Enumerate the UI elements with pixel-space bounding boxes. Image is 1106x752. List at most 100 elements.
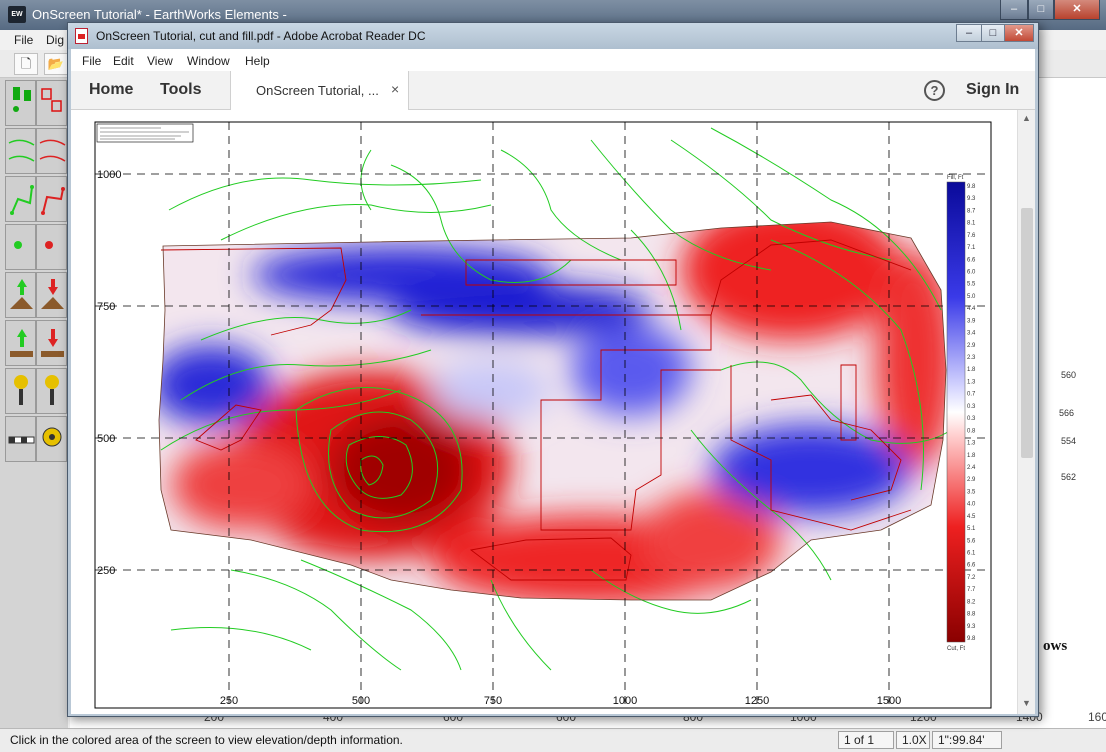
red-contours-tool-icon[interactable]	[36, 128, 67, 174]
scrollbar-thumb[interactable]	[1021, 208, 1033, 458]
legend-value-label: 9.3	[967, 196, 976, 202]
right-panel-text: ows	[1043, 638, 1068, 654]
lower-surface-tool-icon[interactable]	[36, 272, 67, 318]
legend-value-label: 7.2	[967, 575, 976, 581]
acrobat-menu-view[interactable]: View	[147, 54, 173, 68]
scroll-up-icon[interactable]: ▲	[1022, 113, 1031, 123]
legend-value-label: 0.8	[967, 428, 976, 434]
green-breakline-tool-icon[interactable]	[5, 176, 36, 222]
acrobat-menu-window[interactable]: Window	[187, 54, 230, 68]
lower-pad-tool-icon[interactable]	[36, 320, 67, 366]
legend-value-label: 8.8	[967, 612, 976, 618]
acrobat-minimize-button[interactable]: –	[956, 24, 982, 42]
x-tick-label: 1000	[613, 695, 637, 707]
earthworks-maximize-button[interactable]: □	[1028, 0, 1054, 20]
tab-tools[interactable]: Tools	[160, 81, 201, 99]
legend-value-label: 2.9	[967, 477, 976, 483]
legend-value-label: 6.1	[967, 550, 976, 556]
close-tab-icon[interactable]: ×	[391, 81, 399, 97]
cut-fill-map[interactable]: 250 500 750 1000 1250 1500 250 500 750 1000 Fill,…	[71, 110, 1017, 714]
raise-surface-tool-icon[interactable]	[5, 272, 36, 318]
acrobat-menu-help[interactable]: Help	[245, 54, 270, 68]
document-tab-label: OnScreen Tutorial, ...	[256, 83, 379, 98]
pdf-document-view[interactable]: 250 500 750 1000 1250 1500 250 500 750 1000 Fill,…	[71, 110, 1017, 714]
cut-fill-regions-tool-icon[interactable]	[5, 80, 36, 126]
axis-tick-label: 1600	[1088, 710, 1106, 724]
help-icon[interactable]: ?	[924, 80, 945, 101]
green-contours-tool-icon[interactable]	[5, 128, 36, 174]
legend-value-label: 7.6	[967, 233, 976, 239]
legend-value-label: 7.1	[967, 245, 976, 251]
pdf-file-icon	[75, 28, 88, 44]
legend-value-label: 1.8	[967, 367, 976, 373]
acrobat-menu-bar: File Edit View Window Help	[71, 49, 1035, 71]
acrobat-menu-edit[interactable]: Edit	[113, 54, 134, 68]
acrobat-menu-file[interactable]: File	[82, 54, 101, 68]
red-breakline-tool-icon[interactable]	[36, 176, 67, 222]
scroll-down-icon[interactable]: ▼	[1022, 698, 1031, 708]
earthworks-menu-file[interactable]: File	[14, 33, 33, 47]
right-elevation-label: 562	[1061, 472, 1077, 482]
legend-value-label: 6.6	[967, 563, 976, 569]
legend-value-label: 2.3	[967, 355, 976, 361]
acrobat-close-button[interactable]: ✕	[1004, 24, 1034, 42]
desktop: EW OnScreen Tutorial* - EarthWorks Eleme…	[0, 0, 1106, 752]
legend-value-label: 6.0	[967, 270, 976, 276]
open-folder-icon[interactable]: 📂	[44, 53, 68, 75]
legend-value-label: 0.3	[967, 416, 976, 422]
x-tick-label: 500	[352, 695, 370, 707]
legend-value-label: 2.4	[967, 465, 976, 471]
legend-value-label: 9.8	[967, 636, 976, 642]
y-tick-label: 500	[97, 433, 115, 445]
acrobat-tab-bar: Home Tools OnScreen Tutorial, ... × ? Si…	[71, 71, 1035, 110]
earthworks-menu-dig[interactable]: Dig	[46, 33, 64, 47]
legend-value-label: 5.0	[967, 294, 976, 300]
acrobat-title-bar[interactable]: OnScreen Tutorial, cut and fill.pdf - Ad…	[68, 23, 1038, 49]
x-tick-label: 250	[220, 695, 238, 707]
legend-value-label: 4.4	[967, 306, 976, 312]
add-pin-tool-icon[interactable]	[36, 368, 67, 414]
legend-fill-label: Fill, Ft	[947, 175, 964, 181]
x-tick-label: 1250	[745, 695, 769, 707]
legend-value-label: 1.8	[967, 453, 976, 459]
zoom-indicator: 1.0X	[896, 731, 930, 749]
legend-value-label: 8.1	[967, 221, 976, 227]
tab-document[interactable]: OnScreen Tutorial, ... ×	[230, 71, 409, 110]
acrobat-window: OnScreen Tutorial, cut and fill.pdf - Ad…	[67, 22, 1039, 717]
measure-tape-tool-icon[interactable]	[36, 416, 67, 462]
legend-value-label: 9.3	[967, 624, 976, 630]
sign-in-button[interactable]: Sign In	[966, 81, 1019, 99]
earthworks-tool-palette	[0, 78, 68, 728]
earthworks-window-title: OnScreen Tutorial* - EarthWorks Elements…	[32, 7, 287, 22]
acrobat-maximize-button[interactable]: □	[981, 24, 1005, 42]
legend-value-label: 2.9	[967, 343, 976, 349]
earthworks-close-button[interactable]: ✕	[1054, 0, 1100, 20]
legend-value-label: 8.7	[967, 208, 976, 214]
legend-value-label: 3.4	[967, 331, 976, 337]
right-elevation-label: 560	[1061, 370, 1077, 380]
scale-bar-tool-icon[interactable]	[5, 416, 36, 462]
legend-value-label: 3.5	[967, 489, 976, 495]
reference-pin-tool-icon[interactable]	[5, 368, 36, 414]
earthworks-side-plan-view[interactable]: 560 566 554 562 ows	[1038, 78, 1106, 728]
legend-value-label: 4.5	[967, 514, 976, 520]
green-point-tool-icon[interactable]	[5, 224, 36, 270]
tab-home[interactable]: Home	[89, 81, 133, 99]
new-document-icon[interactable]: 🗋	[14, 53, 38, 75]
legend-value-label: 0.3	[967, 404, 976, 410]
earthworks-minimize-button[interactable]: –	[1000, 0, 1028, 20]
y-tick-label: 750	[97, 301, 115, 313]
region-numbers-tool-icon[interactable]	[36, 80, 67, 126]
legend-value-label: 5.1	[967, 526, 976, 532]
raise-pad-tool-icon[interactable]	[5, 320, 36, 366]
legend-value-label: 4.0	[967, 502, 976, 508]
legend-value-label: 5.6	[967, 538, 976, 544]
red-point-tool-icon[interactable]	[36, 224, 67, 270]
x-tick-label: 1500	[877, 695, 901, 707]
legend-cut-label: Cut, Ft	[947, 646, 965, 652]
vertical-scrollbar[interactable]: ▲ ▼	[1017, 110, 1035, 714]
map-info-box	[96, 123, 194, 143]
legend-value-label: 8.2	[967, 599, 976, 605]
legend-value-label: 3.9	[967, 318, 976, 324]
earthworks-logo-icon: EW	[8, 6, 26, 23]
